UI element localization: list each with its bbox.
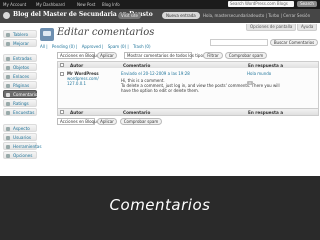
star-icon [6, 101, 10, 106]
sidebar-item-comentarios[interactable]: Comentarios [3, 90, 40, 98]
sidebar-item-tablero[interactable]: Tablero [3, 30, 37, 38]
comment-type-select[interactable]: Mostrar comentarios de todos los tipos [124, 52, 205, 59]
sidebar-item-paginas[interactable]: Páginas [3, 81, 37, 89]
my-account-menu[interactable]: My Account [3, 1, 26, 8]
sidebar-item-aspecto[interactable]: Aspecto [3, 124, 37, 132]
poll-icon [6, 110, 10, 115]
screen-options-tab[interactable]: Opciones de pantalla [246, 24, 297, 31]
sidebar-item-herramientas[interactable]: Herramientas [3, 142, 42, 150]
sidebar-item-encuestas[interactable]: Encuestas [3, 108, 37, 116]
footer-column-author[interactable]: Autor [70, 110, 83, 115]
settings-icon [6, 153, 10, 158]
sidebar-item-opciones[interactable]: Opciones [3, 151, 37, 159]
comments-page-icon [40, 28, 54, 41]
sidebar-item-entradas[interactable]: Entradas [3, 54, 37, 62]
filter-button[interactable]: Filtrar [203, 52, 223, 59]
sidebar-item-enlaces[interactable]: Enlaces [3, 72, 37, 80]
bulk-actions-select[interactable]: Acciones en Bloque [57, 52, 99, 59]
comment-author-ip[interactable]: 127.0.0.1 [67, 81, 86, 86]
filter-spam[interactable]: Spam (0) | [108, 44, 130, 49]
media-icon [6, 65, 10, 70]
filter-trash[interactable]: Trash (0) [133, 44, 151, 49]
footer-column-in-response[interactable]: En respuesta a [248, 110, 283, 115]
footer-column-comment[interactable]: Comentario [123, 110, 150, 115]
footer-select-all-checkbox[interactable] [60, 110, 64, 114]
comment-icon [6, 92, 10, 97]
check-spam-button[interactable]: Comprobar spam [225, 52, 267, 59]
site-header: Blog del Master de Secundaria en Deusto … [0, 9, 320, 23]
table-footer: Autor Comentario En respuesta a [57, 108, 319, 116]
sidebar-item-objetos[interactable]: Objetos [3, 63, 37, 71]
search-comments-button[interactable]: Buscar Comentarios [270, 39, 318, 46]
user-greeting[interactable]: Hola, mastersecundariadeusto | Turbo | C… [203, 13, 310, 18]
comment-count-badge[interactable]: 0 [247, 81, 253, 85]
comment-submitted-date[interactable]: Enviado el 20-12-2009 a las 19:28 [121, 71, 190, 76]
row-checkbox[interactable] [60, 72, 64, 76]
my-dashboard-link[interactable]: My Dashboard [36, 1, 65, 8]
appearance-icon [6, 126, 10, 131]
blog-search-input[interactable]: Search WordPress.com Blogs [228, 1, 294, 7]
blog-info-menu[interactable]: Blog Info [102, 1, 120, 8]
comment-search-input[interactable] [210, 39, 268, 46]
new-entry-dropdown[interactable]: Nueva entrada [162, 12, 200, 19]
admin-sidebar: Tablero Mejorar Entradas Objetos Enlaces… [0, 26, 42, 200]
slide-caption: Comentarios [109, 196, 211, 214]
sidebar-item-mejorar[interactable]: Mejorar [3, 39, 37, 47]
blog-search-button[interactable]: Search [297, 1, 317, 7]
new-post-link[interactable]: New Post [77, 1, 95, 8]
bottom-check-spam-button[interactable]: Comprobar spam [120, 118, 162, 125]
sidebar-item-ratings[interactable]: Ratings [3, 99, 37, 107]
page-icon [6, 83, 10, 88]
bottom-apply-button[interactable]: Aplicar [97, 118, 117, 125]
select-all-checkbox[interactable] [60, 63, 64, 67]
filter-pending[interactable]: Pending (0) | [52, 44, 79, 49]
filter-approved[interactable]: Approved | [82, 44, 105, 49]
upgrade-icon [6, 41, 10, 46]
apply-button[interactable]: Aplicar [97, 52, 117, 59]
visit-site-button[interactable]: Visit site [118, 13, 142, 19]
sidebar-item-usuarios[interactable]: Usuarios [3, 133, 37, 141]
help-tab[interactable]: Ayuda [297, 24, 318, 31]
dashboard-icon [6, 32, 10, 37]
status-filters: All | Pending (0) | Approved | Spam (0) … [40, 44, 154, 49]
users-icon [6, 135, 10, 140]
pin-icon [6, 56, 10, 61]
response-post-link[interactable]: Hola mundo [247, 71, 271, 76]
wordpress-logo-icon [3, 12, 10, 19]
link-icon [6, 74, 10, 79]
page-title: Editar comentarios [57, 27, 155, 38]
filter-all[interactable]: All | [40, 44, 49, 49]
bottom-bulk-actions-select[interactable]: Acciones en Bloque [57, 118, 99, 125]
admin-bar: My Account My Dashboard New Post Blog In… [0, 0, 320, 9]
comment-text-line-3: have the option to edit or delete them. [121, 88, 200, 93]
tools-icon [6, 144, 10, 149]
